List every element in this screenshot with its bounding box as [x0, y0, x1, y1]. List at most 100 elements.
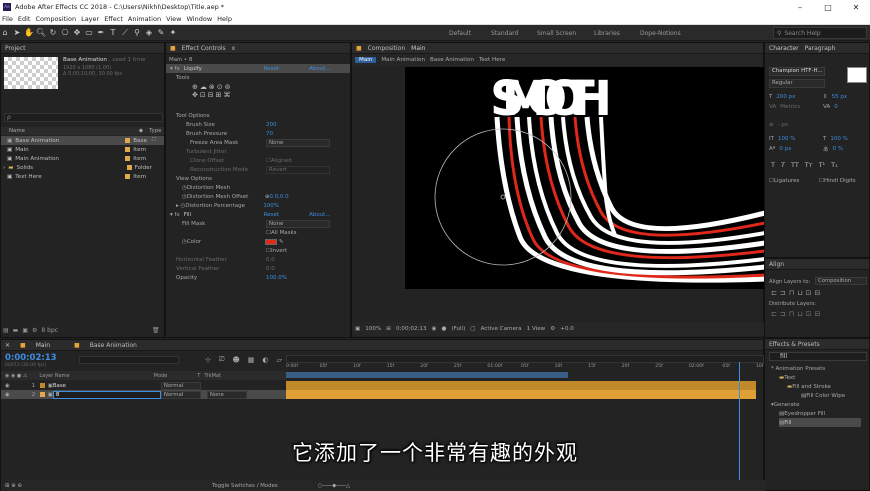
eyedropper-icon[interactable]: ✎: [279, 239, 284, 245]
project-item[interactable]: ▣ Text Here Item: [1, 172, 164, 181]
tool-options-group[interactable]: Tool Options: [176, 111, 210, 120]
visibility-icon[interactable]: ◉: [5, 392, 10, 398]
workspace-dope-notions[interactable]: Dope-Notions: [640, 30, 681, 37]
shy-layers-icon[interactable]: ☻: [232, 356, 239, 364]
presets-search-input[interactable]: fill: [769, 352, 867, 361]
zoom-slider[interactable]: ○───◆───△: [318, 483, 350, 489]
workspace-standard[interactable]: Standard: [491, 30, 518, 37]
tree-generate[interactable]: Generate: [774, 402, 800, 408]
camera-dropdown[interactable]: Active Camera: [481, 326, 522, 332]
close-icon[interactable]: ✕: [842, 0, 870, 14]
small-caps-icon[interactable]: Tт: [805, 161, 813, 169]
menu-effect[interactable]: Effect: [104, 15, 123, 23]
expand-icon[interactable]: ›: [3, 165, 5, 171]
faux-bold-icon[interactable]: T: [771, 161, 775, 169]
workspace-small-screen[interactable]: Small Screen: [537, 30, 576, 37]
layer-track-bar[interactable]: [286, 381, 756, 390]
tree-fill-stroke[interactable]: Fill and Stroke: [792, 384, 831, 390]
menu-help[interactable]: Help: [217, 15, 232, 23]
snapshot-icon[interactable]: ◉: [432, 326, 437, 332]
project-item[interactable]: ▣ Main Item: [1, 145, 164, 154]
always-preview-icon[interactable]: ▣: [355, 326, 360, 332]
col-layer-name[interactable]: Layer Name: [39, 373, 69, 379]
crumb-base-animation[interactable]: Base Animation: [430, 57, 474, 63]
font-dropdown[interactable]: Champion HTF-H...: [769, 67, 825, 76]
faux-italic-icon[interactable]: T: [781, 161, 785, 169]
stopwatch-icon[interactable]: ▸ ◷: [176, 203, 185, 209]
col-mode[interactable]: Mode: [154, 373, 168, 379]
tree-animation-presets[interactable]: * Animation Presets: [771, 364, 825, 373]
timeline-timecode[interactable]: 0:00:02:13: [5, 353, 57, 363]
layer-name-input[interactable]: 8: [52, 390, 161, 399]
graph-editor-icon[interactable]: ▱: [277, 356, 282, 364]
rectangle-tool-icon[interactable]: ▭: [84, 27, 94, 39]
visibility-icon[interactable]: ◉: [5, 383, 10, 389]
distribute-buttons[interactable]: ⊏⊐⊓⊔⊡⊟: [771, 310, 823, 318]
work-area-bar[interactable]: [286, 355, 764, 363]
layer-track-bar[interactable]: [286, 390, 756, 399]
search-help-input[interactable]: ⚲ Search Help: [773, 27, 867, 39]
camera-tool-icon[interactable]: ⎔: [60, 27, 70, 39]
tsume-value[interactable]: 0 %: [833, 146, 843, 152]
liquify-reset[interactable]: Reset: [264, 66, 279, 72]
font-size-value[interactable]: 200 px: [776, 94, 795, 100]
vertical-scale-value[interactable]: 100 %: [778, 136, 795, 142]
home-icon[interactable]: ⌂: [0, 27, 10, 39]
horizontal-scale-value[interactable]: 100 %: [830, 136, 847, 142]
fill-color-swatch[interactable]: [264, 238, 277, 245]
new-folder-icon[interactable]: ▬: [13, 327, 19, 334]
project-item[interactable]: › ▬ Solids Folder: [1, 163, 164, 172]
liquify-tool-icons[interactable]: ⊕☁⊗⊙⊚ ✥⊡⊟⊞⌘: [192, 83, 252, 99]
workspace-default[interactable]: Default: [449, 30, 471, 37]
frame-blending-icon[interactable]: ▦: [248, 356, 255, 364]
col-type[interactable]: Type: [149, 128, 161, 134]
tree-text[interactable]: Text: [784, 375, 795, 381]
mesh-offset-value[interactable]: 0.0,0.0: [269, 194, 288, 200]
effects-presets-tab[interactable]: Effects & Presets: [769, 341, 820, 348]
maximize-icon[interactable]: □: [814, 0, 842, 14]
baseline-shift-value[interactable]: 0 px: [779, 146, 791, 152]
tree-eyedropper-fill[interactable]: Eyedropper Fill: [784, 411, 825, 417]
hand-tool-icon[interactable]: ✋: [24, 27, 34, 39]
composition-canvas[interactable]: SMOOTH: [405, 67, 765, 289]
views-dropdown[interactable]: 1 View: [527, 326, 546, 332]
close-icon[interactable]: ✕: [5, 342, 10, 349]
align-tab[interactable]: Align: [769, 261, 784, 268]
interpret-footage-icon[interactable]: ▤: [3, 327, 9, 334]
show-channel-icon[interactable]: ●: [441, 326, 446, 332]
paragraph-tab[interactable]: Paragraph: [805, 45, 836, 52]
brush-size-value[interactable]: 200: [266, 122, 277, 128]
subscript-icon[interactable]: T₁: [831, 161, 838, 169]
fill-color-box[interactable]: [847, 67, 867, 83]
motion-blur-icon[interactable]: ◐: [262, 356, 268, 364]
fill-about[interactable]: About...: [309, 212, 331, 218]
quality-dropdown[interactable]: (Full): [451, 326, 465, 332]
timeline-layer[interactable]: ◉ 1 ▣ Base Normal: [1, 381, 286, 390]
composition-tab[interactable]: ■ Composition Main: [352, 43, 763, 54]
menu-window[interactable]: Window: [187, 15, 213, 23]
character-tab[interactable]: Character: [769, 45, 799, 52]
expand-switches-icon[interactable]: ⊞ ⊕ ⊛: [5, 483, 22, 489]
percentage-value[interactable]: 100%: [263, 203, 279, 209]
all-caps-icon[interactable]: TT: [791, 161, 799, 169]
workspace-libraries[interactable]: Libraries: [594, 30, 620, 37]
brush-tool-icon[interactable]: ⟋: [120, 27, 130, 39]
superscript-icon[interactable]: T¹: [819, 161, 826, 169]
fill-reset[interactable]: Reset: [264, 212, 279, 218]
roto-brush-icon[interactable]: ✎: [156, 27, 166, 39]
selection-tool-icon[interactable]: ➤: [12, 27, 22, 39]
project-item[interactable]: ▣ Main Animation Item: [1, 154, 164, 163]
timeline-layer[interactable]: ◉ 2 ▣ 8 Normal None: [1, 390, 286, 399]
align-buttons[interactable]: ⊏⊐⊓⊔⊡⊟: [771, 289, 823, 297]
parent-dropdown[interactable]: None: [206, 390, 247, 399]
tree-fill[interactable]: Fill: [784, 420, 791, 426]
clone-stamp-icon[interactable]: ⚲: [132, 27, 142, 39]
menu-edit[interactable]: Edit: [18, 15, 31, 23]
col-trkmat[interactable]: TrkMat: [204, 373, 221, 379]
layer-name[interactable]: Base: [53, 383, 161, 389]
time-ruler[interactable]: 0:00f 05f 10f 15f 20f 25f 01:00f 05f 10f 15f 20f 25…: [286, 364, 764, 372]
align-to-dropdown[interactable]: Composition: [815, 277, 867, 285]
leading-value[interactable]: 55 px: [832, 94, 848, 100]
zoom-dropdown[interactable]: 100%: [365, 326, 381, 332]
view-options-group[interactable]: View Options: [176, 174, 212, 183]
